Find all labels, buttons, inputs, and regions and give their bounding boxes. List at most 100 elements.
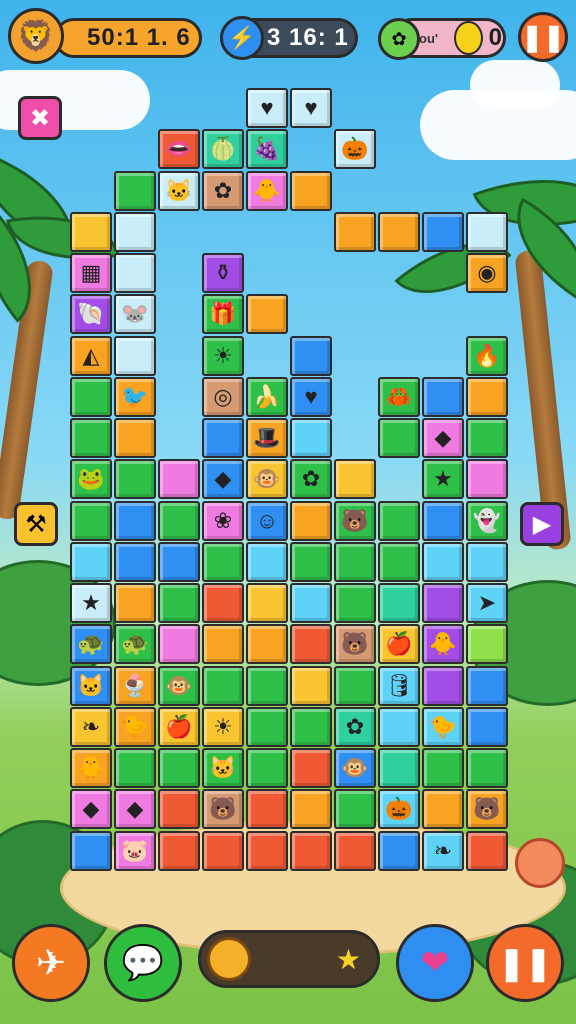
airplane-button[interactable]: ✈ xyxy=(12,924,90,1002)
board-tile[interactable] xyxy=(378,418,420,459)
board-tile[interactable] xyxy=(202,541,244,582)
board-tile[interactable] xyxy=(114,211,156,252)
board-tile[interactable] xyxy=(466,418,508,459)
board-tile[interactable]: 🐷 xyxy=(114,830,156,871)
pause-button-bottom[interactable]: ❚❚ xyxy=(486,924,564,1002)
board-tile[interactable] xyxy=(378,211,420,252)
heart-button[interactable]: ❤ xyxy=(396,924,474,1002)
board-tile[interactable]: ♥ xyxy=(290,376,332,417)
board-tile[interactable] xyxy=(114,583,156,624)
board-tile[interactable] xyxy=(290,418,332,459)
board-tile[interactable] xyxy=(158,459,200,500)
board-tile[interactable] xyxy=(422,789,464,830)
board-tile[interactable]: ♥ xyxy=(246,88,288,128)
board-tile[interactable]: ◆ xyxy=(422,418,464,459)
board-tile[interactable]: ➤ xyxy=(466,583,508,624)
board-tile[interactable] xyxy=(114,748,156,789)
board-tile[interactable] xyxy=(378,748,420,789)
board-tile[interactable] xyxy=(158,624,200,665)
board-tile[interactable]: 🐸 xyxy=(70,459,112,500)
board-tile[interactable] xyxy=(334,541,376,582)
board-tile[interactable]: ☀ xyxy=(202,335,244,376)
board-tile[interactable]: 🐤 xyxy=(114,706,156,747)
board-tile[interactable]: 🎃 xyxy=(334,129,376,170)
board-tile[interactable] xyxy=(114,500,156,541)
board-tile[interactable] xyxy=(466,459,508,500)
board-tile[interactable] xyxy=(246,789,288,830)
board-tile[interactable]: ◭ xyxy=(70,335,112,376)
board-tile[interactable]: 🐻 xyxy=(466,789,508,830)
board-tile[interactable] xyxy=(466,624,508,665)
board-tile[interactable]: ☀ xyxy=(202,706,244,747)
board-tile[interactable]: 🎩 xyxy=(246,418,288,459)
board-tile[interactable]: 🐦 xyxy=(114,376,156,417)
board-tile[interactable] xyxy=(466,830,508,871)
board-tile[interactable]: ✿ xyxy=(290,459,332,500)
board-tile[interactable]: 🐢 xyxy=(114,624,156,665)
board-tile[interactable]: 🛢 xyxy=(378,665,420,706)
board-tile[interactable] xyxy=(290,500,332,541)
next-button[interactable]: ▶ xyxy=(520,502,564,546)
board-tile[interactable] xyxy=(466,376,508,417)
board-tile[interactable] xyxy=(290,789,332,830)
board-tile[interactable] xyxy=(246,665,288,706)
board-tile[interactable] xyxy=(70,541,112,582)
board-tile[interactable]: 🍎 xyxy=(378,624,420,665)
board-tile[interactable] xyxy=(246,583,288,624)
board-tile[interactable]: 👄 xyxy=(158,129,200,170)
board-tile[interactable] xyxy=(158,789,200,830)
board-tile[interactable]: 🦀 xyxy=(378,376,420,417)
board-tile[interactable] xyxy=(290,335,332,376)
board-tile[interactable] xyxy=(202,624,244,665)
board-tile[interactable] xyxy=(158,541,200,582)
board-tile[interactable] xyxy=(290,830,332,871)
board-tile[interactable] xyxy=(466,665,508,706)
board-tile[interactable]: 🐻 xyxy=(334,500,376,541)
board-tile[interactable] xyxy=(290,624,332,665)
board-tile[interactable] xyxy=(378,541,420,582)
board-tile[interactable]: ◆ xyxy=(202,459,244,500)
board-tile[interactable]: 🍇 xyxy=(246,129,288,170)
board-tile[interactable] xyxy=(158,748,200,789)
player-avatar[interactable]: 🦁 xyxy=(8,8,64,64)
board-tile[interactable]: 🐚 xyxy=(70,294,112,335)
chat-button[interactable]: 💬 xyxy=(104,924,182,1002)
board-tile[interactable]: 🐵 xyxy=(158,665,200,706)
board-tile[interactable]: 🍌 xyxy=(246,376,288,417)
board-tile[interactable] xyxy=(158,583,200,624)
board-tile[interactable] xyxy=(202,665,244,706)
board-tile[interactable] xyxy=(334,665,376,706)
board-tile[interactable]: ◉ xyxy=(466,253,508,294)
board-tile[interactable]: ◆ xyxy=(70,789,112,830)
board-tile[interactable] xyxy=(114,459,156,500)
board-tile[interactable] xyxy=(246,541,288,582)
board-tile[interactable]: 🐱 xyxy=(158,170,200,211)
board-tile[interactable]: ❀ xyxy=(202,500,244,541)
board-tile[interactable] xyxy=(114,335,156,376)
board-tile[interactable] xyxy=(158,500,200,541)
board-tile[interactable] xyxy=(466,541,508,582)
board-tile[interactable]: ⚱ xyxy=(202,253,244,294)
board-tile[interactable] xyxy=(114,418,156,459)
board-tile[interactable]: 🐤 xyxy=(422,706,464,747)
board-tile[interactable] xyxy=(422,583,464,624)
game-board[interactable]: ♥ ♥ 👄 🍈 🍇 🎃 🐱 ✿ 🐥 ▦ ⚱ ◉ 🐚 🐭 🎁 ◭ ☀ 🔥 🐦 ◎ 🍌 ♥ 🦀 🎩 ◆ 🐸 ◆ 🐵 ✿ ★ ❀ ☺ 🐻 👻 ★ ➤ 🐢 🐢 🐻 🍎… xyxy=(68,88,512,872)
board-tile[interactable]: 👻 xyxy=(466,500,508,541)
board-tile[interactable] xyxy=(246,624,288,665)
board-tile[interactable]: ☺ xyxy=(246,500,288,541)
board-tile[interactable]: 🐱 xyxy=(70,665,112,706)
board-tile[interactable]: ♥ xyxy=(290,88,332,128)
board-tile[interactable] xyxy=(114,541,156,582)
board-tile[interactable] xyxy=(334,211,376,252)
board-tile[interactable]: 🐢 xyxy=(70,624,112,665)
board-tile[interactable]: 🍨 xyxy=(114,665,156,706)
board-tile[interactable]: 🍎 xyxy=(158,706,200,747)
board-tile[interactable]: 🐱 xyxy=(202,748,244,789)
board-tile[interactable] xyxy=(334,583,376,624)
board-tile[interactable] xyxy=(422,665,464,706)
board-tile[interactable] xyxy=(158,830,200,871)
board-tile[interactable] xyxy=(70,418,112,459)
board-tile[interactable] xyxy=(246,294,288,335)
board-tile[interactable]: 🐻 xyxy=(202,789,244,830)
board-tile[interactable] xyxy=(378,706,420,747)
